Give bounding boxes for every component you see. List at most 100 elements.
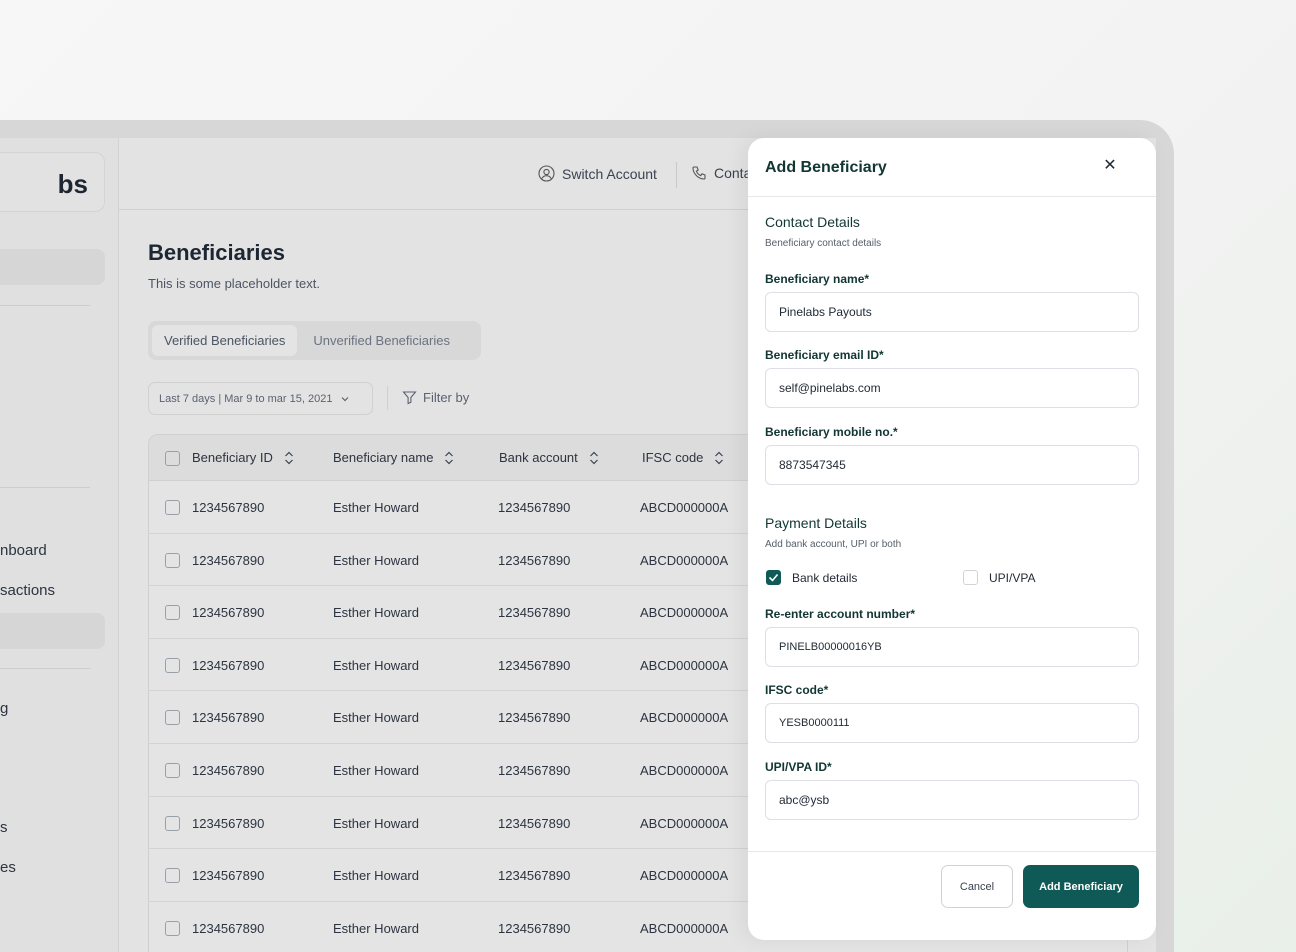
sidebar: bs nboard sactions g s es — [0, 138, 119, 952]
bank-details-checkbox[interactable]: Bank details — [766, 570, 857, 585]
sidebar-item-transactions[interactable]: sactions — [0, 582, 55, 599]
beneficiary-id-cell: 1234567890 — [192, 920, 265, 936]
modal-header: Add Beneficiary ✕ — [748, 138, 1156, 197]
column-header-beneficiary-id[interactable]: Beneficiary ID — [192, 450, 295, 465]
column-label: Bank account — [499, 450, 578, 465]
column-header-beneficiary-name[interactable]: Beneficiary name — [333, 450, 455, 465]
column-header-ifsc-code[interactable]: IFSC code — [642, 450, 725, 465]
column-header-bank-account[interactable]: Bank account — [499, 450, 600, 465]
ifsc-code-cell: ABCD000000A — [640, 920, 729, 936]
checkbox-unchecked-icon — [963, 570, 978, 585]
column-label: IFSC code — [642, 450, 704, 465]
bank-account-cell: 1234567890 — [498, 762, 571, 778]
beneficiary-name-cell: Esther Howard — [333, 710, 419, 726]
beneficiary-name-cell: Esther Howard — [333, 920, 419, 936]
sidebar-item-dashboard[interactable]: nboard — [0, 542, 47, 559]
ifsc-code-input[interactable] — [765, 703, 1139, 743]
row-checkbox[interactable] — [165, 762, 180, 778]
cancel-button[interactable]: Cancel — [941, 865, 1013, 908]
beneficiary-id-cell: 1234567890 — [192, 815, 265, 831]
upi-vpa-id-label: UPI/VPA ID* — [765, 760, 832, 774]
close-icon[interactable]: ✕ — [1100, 155, 1120, 175]
date-range-label: Last 7 days | Mar 9 to mar 15, 2021 — [159, 392, 333, 405]
row-checkbox[interactable] — [165, 920, 180, 936]
topbar-divider — [676, 162, 677, 188]
beneficiary-name-cell: Esther Howard — [333, 605, 419, 621]
sidebar-item-g[interactable]: g — [0, 700, 8, 717]
page-title: Beneficiaries — [148, 240, 285, 265]
ifsc-code-cell: ABCD000000A — [640, 657, 729, 673]
sidebar-active-pill[interactable] — [0, 249, 105, 285]
add-beneficiary-button[interactable]: Add Beneficiary — [1023, 865, 1139, 908]
bank-account-cell: 1234567890 — [498, 710, 571, 726]
ifsc-code-cell: ABCD000000A — [640, 815, 729, 831]
beneficiary-mobile-input[interactable] — [765, 445, 1139, 485]
date-range-select[interactable]: Last 7 days | Mar 9 to mar 15, 2021 — [148, 382, 373, 415]
upi-vpa-id-input[interactable] — [765, 780, 1139, 820]
upi-vpa-label: UPI/VPA — [989, 570, 1036, 585]
modal-title: Add Beneficiary — [765, 159, 887, 176]
upi-vpa-checkbox[interactable]: UPI/VPA — [963, 570, 1035, 585]
beneficiary-name-cell: Esther Howard — [333, 552, 419, 568]
modal-footer: Cancel Add Beneficiary — [748, 851, 1156, 940]
switch-account-label: Switch Account — [562, 165, 657, 182]
ifsc-code-cell: ABCD000000A — [640, 868, 729, 884]
tab-verified[interactable]: Verified Beneficiaries — [152, 325, 298, 356]
beneficiary-tabs: Verified Beneficiaries Unverified Benefi… — [148, 321, 481, 360]
sort-icon — [445, 451, 454, 464]
beneficiary-name-cell: Esther Howard — [333, 762, 419, 778]
beneficiary-name-label: Beneficiary name* — [765, 272, 870, 286]
bank-account-cell: 1234567890 — [498, 605, 571, 621]
switch-account-button[interactable]: Switch Account — [538, 165, 657, 182]
beneficiary-mobile-label: Beneficiary mobile no.* — [765, 425, 898, 439]
row-checkbox[interactable] — [165, 500, 180, 515]
sort-icon — [284, 451, 293, 464]
ifsc-code-cell: ABCD000000A — [640, 605, 729, 621]
contact-section-subtitle: Beneficiary contact details — [765, 238, 882, 249]
bank-account-cell: 1234567890 — [498, 815, 571, 831]
sort-icon — [715, 451, 724, 464]
sidebar-divider — [0, 305, 90, 306]
account-number-label: Re-enter account number* — [765, 607, 916, 621]
logo-box[interactable]: bs — [0, 152, 105, 212]
filter-by-button[interactable]: Filter by — [402, 390, 469, 405]
payment-section-subtitle: Add bank account, UPI or both — [765, 539, 902, 550]
page-subtitle: This is some placeholder text. — [148, 276, 320, 291]
account-number-input[interactable] — [765, 627, 1139, 667]
beneficiary-name-cell: Esther Howard — [333, 815, 419, 831]
beneficiary-email-input[interactable] — [765, 368, 1139, 408]
ifsc-code-cell: ABCD000000A — [640, 762, 729, 778]
contact-section-title: Contact Details — [765, 214, 860, 230]
bank-account-cell: 1234567890 — [498, 920, 571, 936]
sidebar-item-highlight[interactable] — [0, 613, 105, 649]
column-label: Beneficiary ID — [192, 450, 273, 465]
beneficiary-id-cell: 1234567890 — [192, 868, 265, 884]
row-checkbox[interactable] — [165, 657, 180, 673]
bank-details-label: Bank details — [792, 570, 858, 585]
row-checkbox[interactable] — [165, 552, 180, 568]
row-checkbox[interactable] — [165, 815, 180, 831]
sidebar-item-s[interactable]: s — [0, 819, 8, 836]
beneficiary-id-cell: 1234567890 — [192, 710, 265, 726]
sidebar-item-es[interactable]: es — [0, 859, 16, 876]
user-circle-icon — [538, 165, 555, 182]
contact-button[interactable]: Conta — [691, 165, 751, 181]
beneficiary-id-cell: 1234567890 — [192, 552, 265, 568]
sort-icon — [589, 451, 598, 464]
chevron-down-icon — [342, 396, 349, 401]
bank-account-cell: 1234567890 — [498, 868, 571, 884]
row-checkbox[interactable] — [165, 710, 180, 726]
row-checkbox[interactable] — [165, 868, 180, 884]
beneficiary-name-input[interactable] — [765, 292, 1139, 332]
ifsc-code-label: IFSC code* — [765, 683, 829, 697]
column-label: Beneficiary name — [333, 450, 434, 465]
checkbox-checked-icon — [766, 570, 781, 585]
select-all-checkbox[interactable] — [165, 451, 180, 466]
ifsc-code-cell: ABCD000000A — [640, 500, 729, 515]
row-checkbox[interactable] — [165, 605, 180, 621]
logo: bs — [57, 169, 88, 199]
tab-unverified[interactable]: Unverified Beneficiaries — [301, 325, 462, 356]
beneficiary-id-cell: 1234567890 — [192, 500, 265, 515]
beneficiary-email-label: Beneficiary email ID* — [765, 348, 884, 362]
bank-account-cell: 1234567890 — [498, 500, 571, 515]
